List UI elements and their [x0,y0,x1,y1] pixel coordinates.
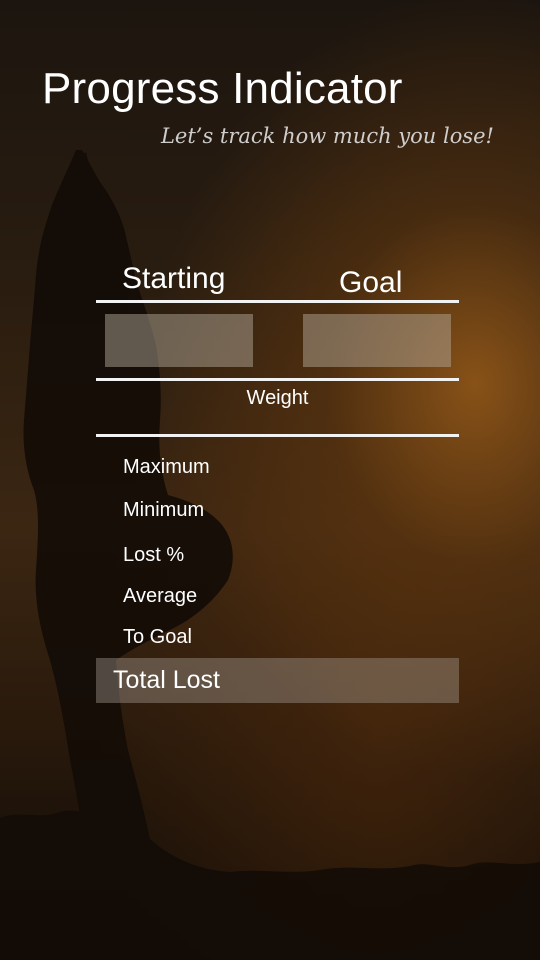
stat-to-goal-label: To Goal [123,626,192,648]
divider-top [96,300,459,303]
total-lost-label: Total Lost [113,666,221,694]
stat-maximum-label: Maximum [123,456,210,478]
stat-average-label: Average [123,585,198,607]
stat-lost-percent-label: Lost % [123,544,185,566]
goal-weight-input[interactable] [303,314,451,367]
divider-bottom [96,434,459,437]
total-lost-bar: Total Lost [96,658,459,703]
stat-minimum-label: Minimum [123,499,205,521]
goal-column-header: Goal [339,266,403,299]
starting-column-header: Starting [122,262,226,295]
page-title: Progress Indicator [42,64,403,113]
weight-label: Weight [246,387,309,409]
divider-middle [96,378,459,381]
starting-weight-input[interactable] [105,314,253,367]
page-subtitle: Let’s track how much you lose! [160,124,494,148]
